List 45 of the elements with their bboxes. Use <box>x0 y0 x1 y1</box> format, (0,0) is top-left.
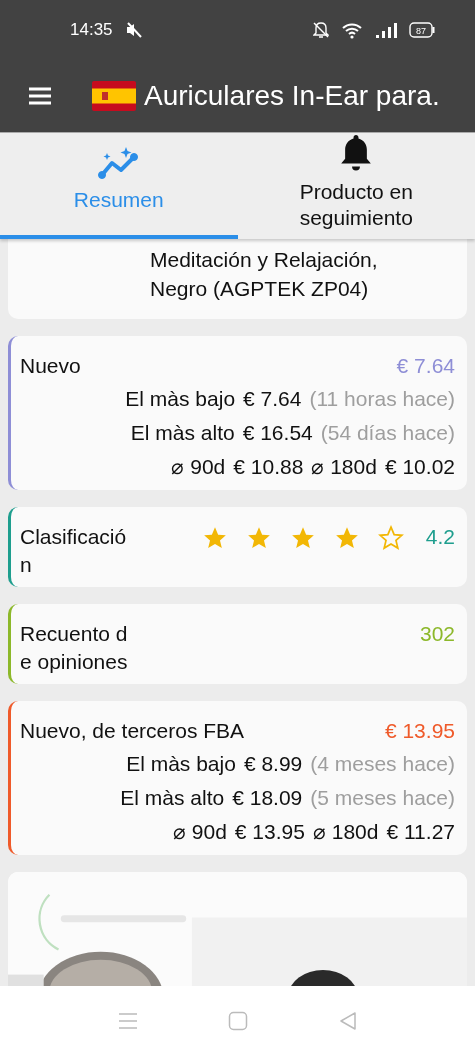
stat-label: Clasificación <box>20 524 128 578</box>
app-title: Auriculares In-Ear para. <box>144 80 440 112</box>
price-label: El màs alto <box>120 785 225 811</box>
average-price: € 13.95 <box>234 819 305 845</box>
mute-icon <box>124 21 143 39</box>
average-period: ⌀ 90d <box>171 454 226 480</box>
stat-label: Nuevo <box>20 353 81 379</box>
star-icon <box>245 525 272 551</box>
time-ago: (5 meses hace) <box>310 785 455 811</box>
stat-value: 302 <box>419 621 455 647</box>
tab[interactable]: Producto en seguimiento <box>237 133 475 239</box>
price-value: € 8.99 <box>243 751 303 777</box>
stat-label: Nuevo, de terceros FBA <box>20 718 245 744</box>
wifi-icon <box>341 21 363 39</box>
average-price: € 10.02 <box>384 454 455 480</box>
product-title: Meditación y Relajación, Negro (AGPTEK ZP04) <box>8 239 467 319</box>
clock-time: 14:35 <box>70 20 113 40</box>
time-ago: (11 horas hace) <box>309 386 455 412</box>
price-label: El màs alto <box>130 420 235 446</box>
star-icon <box>201 525 228 551</box>
battery-icon: 87 <box>409 22 435 38</box>
signal-icon <box>375 21 397 39</box>
time-ago: (54 días hace) <box>320 420 455 446</box>
notification-off-icon <box>313 21 329 39</box>
average-period: ⌀ 180d <box>312 819 379 845</box>
stat-value: € 7.64 <box>396 353 455 379</box>
price-value: € 7.64 <box>243 386 302 412</box>
stat-label: Recuento de opiniones <box>20 621 128 675</box>
price-value: € 18.09 <box>232 785 303 811</box>
flag-icon <box>92 81 136 111</box>
stat-value: € 13.95 <box>384 718 455 744</box>
price-value: € 16.54 <box>242 420 313 446</box>
star-icon <box>333 525 360 551</box>
time-ago: (4 meses hace) <box>310 751 455 777</box>
price-label: El màs bajo <box>126 751 236 777</box>
average-period: ⌀ 90d <box>172 819 227 845</box>
price-label: El màs bajo <box>125 386 236 412</box>
stat-value: 4.2 <box>425 524 455 550</box>
average-price: € 11.27 <box>386 819 455 845</box>
average-price: € 10.88 <box>233 454 304 480</box>
home-icon[interactable] <box>227 1011 248 1031</box>
back-icon[interactable] <box>337 1011 358 1031</box>
star-outline-icon <box>377 525 404 551</box>
star-icon <box>289 525 316 551</box>
average-period: ⌀ 180d <box>311 454 377 480</box>
